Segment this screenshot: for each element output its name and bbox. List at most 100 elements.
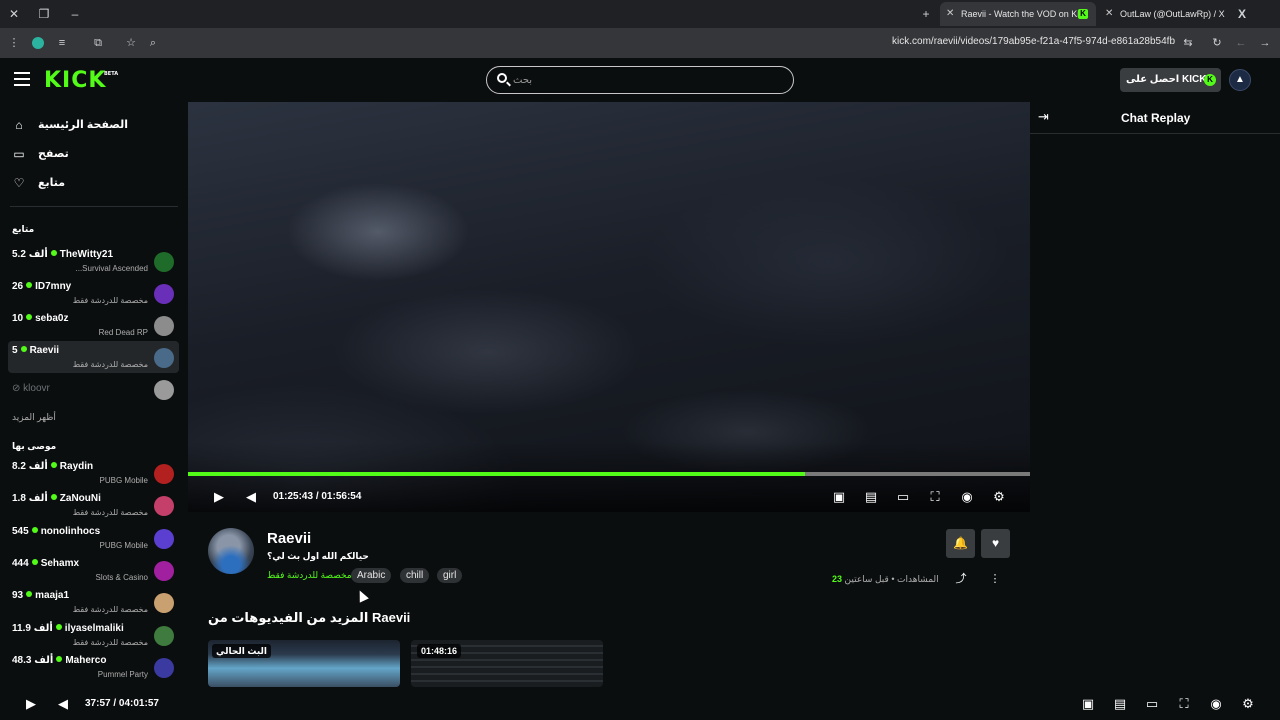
extensions-icon[interactable]: ⧉ bbox=[90, 35, 106, 51]
channel-avatar bbox=[154, 284, 174, 304]
settings-gear-icon[interactable]: ⚙ bbox=[1239, 695, 1257, 713]
reading-list-icon[interactable]: ≡ bbox=[54, 35, 70, 51]
channel-row[interactable]: 545 nonolinhocs PUBG Mobile bbox=[8, 522, 179, 554]
video-thumbnail[interactable]: 01:48:16 bbox=[411, 640, 603, 687]
clip-icon[interactable]: ▤ bbox=[1111, 695, 1129, 713]
follow-heart-button[interactable]: ♥ bbox=[981, 529, 1010, 558]
sidebar-item-following[interactable]: ♡ متابع bbox=[10, 170, 178, 196]
video-player[interactable]: ▶ ◀ 01:25:43 / 01:56:54 ▣ ▤ ▭ ⛶ ◉ ⚙ bbox=[188, 102, 1030, 512]
sidebar-item-label: الصفحة الرئيسية bbox=[38, 119, 129, 131]
theater-mode-icon[interactable]: ▭ bbox=[894, 488, 912, 506]
url-text[interactable]: kick.com/raevii/videos/179ab95e-f21a-47f… bbox=[892, 36, 1175, 47]
offline-channel[interactable]: ⊘ kloovr bbox=[8, 373, 179, 405]
channel-name: Raevii bbox=[29, 345, 60, 356]
back-icon[interactable]: → bbox=[1257, 35, 1273, 51]
mini-player-icon[interactable]: ▣ bbox=[830, 488, 848, 506]
channel-row[interactable]: 26 ID7mny مخصصة للدردشة فقط bbox=[8, 277, 179, 309]
channel-row[interactable]: 5.2 ألف TheWitty21 Survival Ascended... bbox=[8, 245, 179, 277]
channel-name-viewers: 545 nonolinhocs bbox=[12, 526, 100, 537]
channel-row[interactable]: 8.2 ألف Raydin PUBG Mobile bbox=[8, 457, 179, 489]
channel-category: PUBG Mobile bbox=[99, 540, 148, 550]
window-close-icon[interactable]: ✕ bbox=[6, 6, 22, 22]
settings-gear-icon[interactable]: ⚙ bbox=[990, 488, 1008, 506]
streamer-name[interactable]: Raevii bbox=[267, 530, 311, 547]
sidebar-item-browse[interactable]: ▭ تصفح bbox=[10, 141, 178, 167]
channel-name-viewers: 93 maaja1 bbox=[12, 590, 69, 601]
outer-player-time: 37:57 / 04:01:57 bbox=[85, 698, 159, 709]
new-tab-icon[interactable]: + bbox=[918, 6, 934, 22]
kick-logo[interactable]: KICK BETA bbox=[44, 68, 118, 93]
sidebar-divider bbox=[10, 206, 178, 207]
channel-name-viewers: 10 seba0z bbox=[12, 313, 68, 324]
menu-dots-icon[interactable]: ⋮ bbox=[6, 35, 22, 51]
channel-row[interactable]: 11.9 ألف ilyaselmaliki مخصصة للدردشة فقط bbox=[8, 619, 179, 651]
play-icon[interactable]: ▶ bbox=[210, 488, 228, 506]
share-icon[interactable]: ⤴ bbox=[954, 572, 968, 586]
views-label: المشاهدات bbox=[897, 574, 939, 584]
get-kicks-button[interactable]: احصل على KICKs K bbox=[1120, 68, 1221, 92]
search-box[interactable] bbox=[486, 66, 794, 94]
notification-bell-button[interactable]: 🔔 bbox=[946, 529, 975, 558]
profile-icon[interactable] bbox=[30, 35, 46, 51]
site-settings-icon[interactable]: ⇆ bbox=[1180, 35, 1196, 51]
channel-row[interactable]: 444 Sehamx Slots & Casino bbox=[8, 554, 179, 586]
volume-icon[interactable]: ◀ bbox=[54, 695, 72, 713]
theater-mode-icon[interactable]: ▭ bbox=[1143, 695, 1161, 713]
fullscreen-icon[interactable]: ⛶ bbox=[1175, 695, 1193, 713]
home-icon: ⌂ bbox=[15, 118, 23, 132]
channel-category: مخصصة للدردشة فقط bbox=[72, 296, 148, 305]
thumbnail-duration: 01:48:16 bbox=[417, 644, 462, 658]
search-input[interactable] bbox=[513, 72, 783, 88]
forward-icon[interactable]: ← bbox=[1233, 35, 1249, 51]
window-restore-icon[interactable]: ❐ bbox=[36, 6, 52, 22]
site-header: KICK BETA احصل على KICKs K ▲ bbox=[0, 58, 1280, 102]
channel-avatar bbox=[154, 560, 174, 581]
more-options-icon[interactable]: ⋮ bbox=[988, 572, 1002, 586]
zoom-icon[interactable]: ⌕ bbox=[145, 35, 161, 51]
show-more-link[interactable]: أظهر المزيد bbox=[12, 412, 56, 423]
channel-avatar bbox=[154, 528, 174, 549]
clip-icon[interactable]: ▤ bbox=[862, 488, 880, 506]
live-dot-icon bbox=[26, 314, 33, 320]
tab-x[interactable]: ✕ OutLaw (@OutLawRp) / X bbox=[1099, 2, 1231, 26]
volume-icon[interactable]: ◀ bbox=[242, 488, 260, 506]
streamer-avatar[interactable] bbox=[208, 528, 254, 574]
viewer-count: 1.8 ألف bbox=[12, 493, 48, 505]
collapse-chat-icon[interactable]: ⇥ bbox=[1038, 110, 1054, 124]
tag-chip[interactable]: chill bbox=[400, 568, 430, 583]
stream-category[interactable]: مخصصة للدردشة فقط bbox=[267, 570, 352, 581]
tag-chip[interactable]: Arabic bbox=[351, 568, 392, 583]
tab-kick[interactable]: ✕ Raevii - Watch the VOD on Kick K bbox=[940, 2, 1096, 26]
video-progress-bar[interactable] bbox=[188, 472, 1030, 476]
get-kicks-label: احصل على KICKs bbox=[1126, 74, 1213, 85]
tab-close-icon[interactable]: ✕ bbox=[946, 2, 954, 26]
playback-speed-icon[interactable]: ◉ bbox=[1207, 695, 1225, 713]
channel-name-viewers: 444 Sehamx bbox=[12, 558, 79, 569]
sidebar-item-home[interactable]: ⌂ الصفحة الرئيسية bbox=[10, 112, 178, 138]
channel-row[interactable]: 1.8 ألف ZaNouNi مخصصة للدردشة فقط bbox=[8, 489, 179, 521]
bookmark-star-icon[interactable]: ☆ bbox=[123, 35, 139, 51]
time-ago: قبل ساعتين bbox=[844, 574, 889, 584]
channel-avatar bbox=[154, 316, 174, 336]
tag-chip[interactable]: girl bbox=[437, 568, 463, 583]
mini-player-icon[interactable]: ▣ bbox=[1079, 695, 1097, 713]
channel-row[interactable]: 5 Raevii مخصصة للدردشة فقط bbox=[8, 341, 179, 373]
channel-row[interactable]: 10 seba0z Red Dead RP bbox=[8, 309, 179, 341]
live-dot-icon bbox=[20, 346, 27, 352]
channel-category: Pummel Party bbox=[97, 669, 148, 679]
user-avatar[interactable]: ▲ bbox=[1229, 69, 1251, 91]
channel-category: Red Dead RP bbox=[98, 328, 148, 337]
channel-row[interactable]: 48.3 ألف Maherco Pummel Party bbox=[8, 651, 179, 683]
fullscreen-icon[interactable]: ⛶ bbox=[926, 488, 944, 506]
stream-title: حيالكم الله اول بث لي؟ bbox=[267, 551, 369, 561]
channel-row[interactable]: 93 maaja1 مخصصة للدردشة فقط bbox=[8, 586, 179, 618]
reload-icon[interactable]: ↻ bbox=[1209, 35, 1225, 51]
hamburger-menu-icon[interactable] bbox=[14, 72, 30, 86]
video-thumbnail[interactable]: البث الحالي bbox=[208, 640, 400, 687]
play-icon[interactable]: ▶ bbox=[22, 695, 40, 713]
video-progress-fill bbox=[188, 472, 806, 476]
chat-title: Chat Replay bbox=[1121, 111, 1191, 125]
tab-close-icon[interactable]: ✕ bbox=[1105, 2, 1113, 26]
window-minimize-icon[interactable]: – bbox=[67, 6, 83, 22]
playback-speed-icon[interactable]: ◉ bbox=[958, 488, 976, 506]
